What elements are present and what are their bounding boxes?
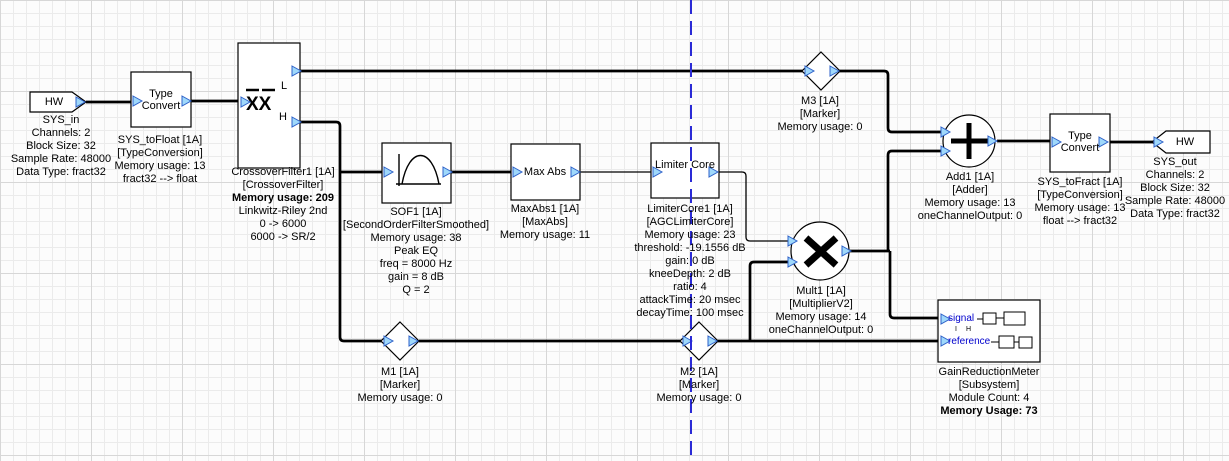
limiter-title: Limiter Core — [655, 159, 715, 171]
sys-to-float-caption: SYS_toFloat [1A] [TypeConversion] Memory… — [93, 134, 227, 186]
crossover-xx-icon: XX — [246, 90, 275, 115]
grm-sub-h-label: H — [966, 326, 971, 333]
sys-to-fract-title: Type Convert — [1054, 130, 1106, 154]
sof1-block[interactable] — [382, 143, 451, 203]
crossover-low-label: L — [281, 80, 287, 92]
grm-sub-i-label: I — [955, 326, 957, 333]
limiter-caption: LimiterCore1 [1A] [AGCLimiterCore] Memor… — [612, 203, 768, 320]
grm-signal-port-label: signal — [948, 313, 974, 324]
m1-caption: M1 [1A] [Marker] Memory usage: 0 — [338, 366, 462, 405]
grm-caption: GainReductionMeter [Subsystem] Module Co… — [925, 366, 1053, 418]
sys-out-title: HW — [1164, 136, 1206, 148]
maxabs-title: Max Abs — [514, 166, 576, 178]
sys-to-float-title: Type Convert — [136, 88, 186, 112]
crossover-high-label: H — [279, 111, 287, 123]
grm-reference-port-label: reference — [948, 336, 990, 347]
mult-caption: Mult1 [1A] [MultiplierV2] Memory usage: … — [756, 285, 886, 337]
sof-caption: SOF1 [1A] [SecondOrderFilterSmoothed] Me… — [336, 206, 496, 297]
m3-caption: M3 [1A] [Marker] Memory usage: 0 — [758, 95, 882, 134]
crossover-caption: CrossoverFilter1 [1A] [CrossoverFilter] … — [211, 166, 355, 244]
sys-out-caption: SYS_out Channels: 2 Block Size: 32 Sampl… — [1121, 156, 1229, 221]
layout-canvas[interactable]: XX — [0, 0, 1229, 461]
m2-caption: M2 [1A] [Marker] Memory usage: 0 — [637, 366, 761, 405]
gainreductionmeter-block[interactable] — [938, 300, 1040, 362]
svg-text:XX: XX — [246, 94, 272, 115]
maxabs-caption: MaxAbs1 [1A] [MaxAbs] Memory usage: 11 — [483, 203, 607, 242]
sys-in-title: HW — [32, 96, 76, 108]
wire-mult-grm-signal — [890, 251, 942, 318]
